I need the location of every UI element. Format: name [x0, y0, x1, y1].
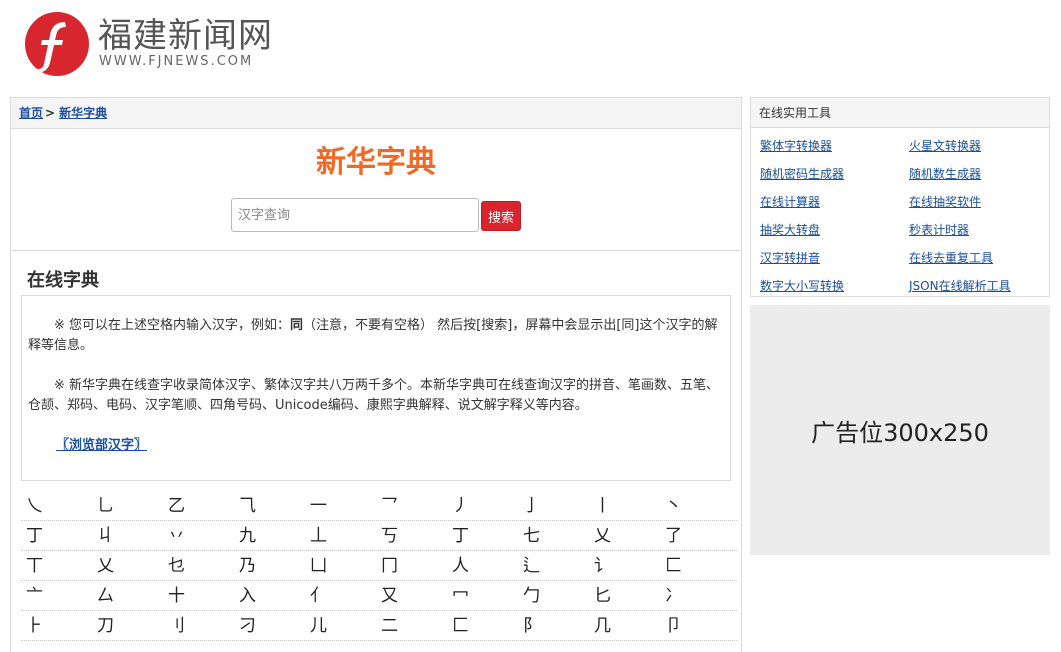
tool-link[interactable]: 抽奖大转盘 — [751, 216, 900, 244]
radical-link[interactable]: 丁 — [447, 521, 518, 550]
radical-link[interactable]: 阝 — [518, 611, 589, 640]
radical-link[interactable]: 卩 — [660, 611, 731, 640]
radical-link[interactable]: 丂 — [376, 521, 447, 550]
radical-link[interactable]: 了 — [660, 521, 731, 550]
tool-link[interactable]: 在线去重复工具 — [900, 244, 1049, 272]
breadcrumb: 首页 > 新华字典 — [11, 98, 741, 129]
tool-link[interactable]: 秒表计时器 — [900, 216, 1049, 244]
breadcrumb-separator: > — [45, 106, 56, 120]
radical-link[interactable]: 乂 — [589, 521, 660, 550]
tool-link[interactable]: 随机数生成器 — [900, 160, 1049, 188]
radical-link[interactable]: 十 — [163, 581, 234, 610]
radical-link[interactable]: 丿 — [447, 491, 518, 520]
search-input[interactable] — [231, 198, 479, 232]
radical-link[interactable]: 冂 — [376, 551, 447, 580]
radical-link[interactable]: ⺊ — [21, 611, 92, 640]
radical-link[interactable]: 丩 — [92, 521, 163, 550]
radical-link[interactable]: 匕 — [589, 581, 660, 610]
tools-sidebar: 在线实用工具 繁体字转换器 火星文转换器 随机密码生成器 随机数生成器 在线计算器 在线抽… — [750, 97, 1050, 297]
radical-grid: 乀乚乙⺄一乛丿亅丨丶丁丩丷九丄丂丁七乂了丅乂乜乃凵冂人⻍讠匚亠厶十入亻又冖勹匕冫… — [21, 491, 737, 641]
radical-link[interactable]: 二 — [376, 611, 447, 640]
main-panel: 首页>新华字典 新华字典 搜索 在线字典 ※ 您可以在上述空格内输入汉字，例如：… — [10, 97, 742, 652]
radical-link[interactable]: 乃 — [234, 551, 305, 580]
radical-link[interactable]: 匚 — [660, 551, 731, 580]
info-paragraph-1: ※ 您可以在上述空格内输入汉字，例如：同（注意，不要有空格） 然后按[搜索]，屏… — [28, 316, 724, 356]
radical-row: 乀乚乙⺄一乛丿亅丨丶 — [21, 491, 737, 521]
site-header: 福建新闻网 WWW.FJNEWS.COM — [0, 0, 1061, 96]
tool-link[interactable]: 火星文转换器 — [900, 132, 1049, 160]
radical-link[interactable]: 乜 — [163, 551, 234, 580]
radical-link[interactable]: 入 — [234, 581, 305, 610]
tool-link[interactable]: 随机密码生成器 — [751, 160, 900, 188]
info-text: ※ 您可以在上述空格内输入汉字，例如： — [54, 318, 291, 333]
radical-link[interactable]: 几 — [589, 611, 660, 640]
search-area: 新华字典 搜索 — [11, 129, 741, 251]
tools-list: 繁体字转换器 火星文转换器 随机密码生成器 随机数生成器 在线计算器 在线抽奖软件 抽奖大转… — [751, 128, 1049, 300]
radical-link[interactable]: 乀 — [21, 491, 92, 520]
radical-row: 丅乂乜乃凵冂人⻍讠匚 — [21, 551, 737, 581]
tool-link[interactable]: 数字大小写转换 — [751, 272, 900, 300]
site-url: WWW.FJNEWS.COM — [99, 54, 254, 69]
radical-link[interactable]: 丁 — [21, 521, 92, 550]
sidebar-title: 在线实用工具 — [751, 98, 1049, 128]
breadcrumb-current-link[interactable]: 新华字典 — [59, 106, 107, 120]
radical-link[interactable]: 又 — [376, 581, 447, 610]
radical-link[interactable]: 丄 — [305, 521, 376, 550]
radical-link[interactable]: 刂 — [163, 611, 234, 640]
browse-radicals-link[interactable]: 〖浏览部汉字〗 — [56, 436, 724, 456]
radical-link[interactable]: 丨 — [589, 491, 660, 520]
radical-link[interactable]: 亠 — [21, 581, 92, 610]
tool-link[interactable]: 汉字转拼音 — [751, 244, 900, 272]
radical-link[interactable]: 乙 — [163, 491, 234, 520]
section-title: 在线字典 — [27, 270, 99, 291]
page-title: 新华字典 — [316, 145, 436, 180]
radical-link[interactable]: ⺄ — [234, 491, 305, 520]
radical-link[interactable]: 一 — [305, 491, 376, 520]
radical-row: 亠厶十入亻又冖勹匕冫 — [21, 581, 737, 611]
radical-link[interactable]: 冖 — [447, 581, 518, 610]
fjnews-logo-icon[interactable] — [25, 12, 89, 76]
tool-link[interactable]: 繁体字转换器 — [751, 132, 900, 160]
info-paragraph-2: ※ 新华字典在线查字收录简体汉字、繁体汉字共八万两千多个。本新华字典可在线查询汉… — [28, 378, 720, 413]
tool-link[interactable]: JSON在线解析工具 — [900, 272, 1049, 300]
radical-link[interactable]: 儿 — [305, 611, 376, 640]
radical-link[interactable]: 亅 — [518, 491, 589, 520]
radical-link[interactable]: 乚 — [92, 491, 163, 520]
radical-link[interactable]: 匚 — [447, 611, 518, 640]
radical-link[interactable]: 勹 — [518, 581, 589, 610]
tool-link[interactable]: 在线计算器 — [751, 188, 900, 216]
breadcrumb-home-link[interactable]: 首页 — [19, 106, 43, 120]
radical-link[interactable]: 刁 — [234, 611, 305, 640]
radical-link[interactable]: 厶 — [92, 581, 163, 610]
radical-row: ⺊刀刂刁儿二匚阝几卩 — [21, 611, 737, 641]
example-char: 同 — [290, 318, 304, 333]
radical-row: 丁丩丷九丄丂丁七乂了 — [21, 521, 737, 551]
radical-link[interactable]: 乛 — [376, 491, 447, 520]
radical-link[interactable]: 刀 — [92, 611, 163, 640]
site-name[interactable]: 福建新闻网 — [98, 16, 273, 56]
ad-label: 广告位300x250 — [811, 418, 989, 447]
radical-link[interactable]: 九 — [234, 521, 305, 550]
ad-placeholder: 广告位300x250 — [750, 305, 1050, 555]
info-box: ※ 您可以在上述空格内输入汉字，例如：同（注意，不要有空格） 然后按[搜索]，屏… — [21, 295, 731, 481]
radical-link[interactable]: 人 — [447, 551, 518, 580]
tool-link[interactable]: 在线抽奖软件 — [900, 188, 1049, 216]
radical-link[interactable]: 乂 — [92, 551, 163, 580]
radical-link[interactable]: 七 — [518, 521, 589, 550]
radical-link[interactable]: ⻍ — [518, 551, 589, 580]
search-button[interactable]: 搜索 — [481, 201, 521, 231]
radical-link[interactable]: 丅 — [21, 551, 92, 580]
radical-link[interactable]: 凵 — [305, 551, 376, 580]
radical-link[interactable]: 讠 — [589, 551, 660, 580]
radical-link[interactable]: 冫 — [660, 581, 731, 610]
radical-link[interactable]: 丶 — [660, 491, 731, 520]
radical-link[interactable]: 亻 — [305, 581, 376, 610]
radical-link[interactable]: 丷 — [163, 521, 234, 550]
